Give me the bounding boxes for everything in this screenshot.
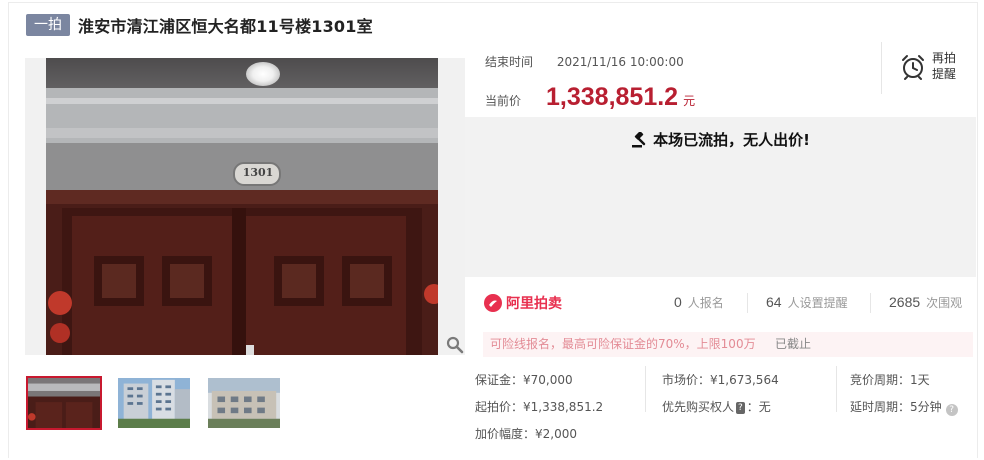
question-icon[interactable]: ?: [945, 404, 958, 416]
remind-label-line-1: 再拍: [932, 51, 957, 65]
ali-logo-icon: [484, 294, 502, 312]
auction-round-tag: 一拍: [26, 14, 70, 36]
alarm-clock-icon: [902, 55, 924, 80]
reminder-count: 64 人设置提醒: [766, 294, 848, 311]
ali-logo-text: 阿里拍卖: [506, 296, 562, 312]
priority-buyer-help-badge[interactable]: ?: [736, 402, 745, 414]
current-price-unit: 元: [683, 94, 696, 108]
bid-increment: 加价幅度：¥2,000: [475, 427, 577, 441]
priority-buyer-label: 优先购买权人: [662, 400, 735, 414]
auction-status-text: 本场已流拍，无人出价!: [653, 131, 810, 149]
divider: [645, 366, 646, 412]
reauction-remind-button[interactable]: 再拍 提醒: [881, 42, 976, 94]
reminder-count-label: 人设置提醒: [787, 296, 848, 310]
divider: [870, 293, 871, 313]
loan-signup-status: 已截止: [775, 337, 812, 351]
view-count: 2685 次围观: [889, 294, 962, 311]
end-time-label: 结束时间: [485, 55, 534, 69]
thumbnail-strip: [26, 376, 296, 430]
view-count-value: 2685: [889, 294, 921, 310]
deposit: 保证金：¥70,000: [475, 373, 573, 387]
gavel-icon: [632, 131, 646, 147]
remind-label-line-2: 提醒: [932, 67, 957, 81]
end-time-row: 结束时间 2021/11/16 10:00:00: [485, 53, 684, 70]
signup-count-label: 人报名: [687, 296, 724, 310]
auction-status: 本场已流拍，无人出价!: [465, 129, 976, 150]
current-price-row: 当前价 1,338,851.2 元: [485, 83, 695, 112]
bid-period: 竞价周期：1天: [850, 373, 930, 387]
thumbnail-building[interactable]: [116, 376, 192, 430]
divider: [747, 293, 748, 313]
signup-count-value: 0: [674, 294, 682, 310]
ali-auction-logo[interactable]: 阿里拍卖: [484, 293, 562, 313]
thumbnail-door[interactable]: [26, 376, 102, 430]
current-price-label: 当前价: [485, 94, 522, 108]
end-time-value: 2021/11/16 10:00:00: [556, 55, 684, 69]
magnifier-icon[interactable]: [446, 336, 464, 354]
page-header: 一拍 淮安市清江浦区恒大名都11号楼1301室: [26, 13, 373, 37]
divider: [836, 366, 837, 412]
auction-status-panel: 本场已流拍，无人出价!: [465, 117, 976, 277]
stats-row: 阿里拍卖 0 人报名 64 人设置提醒 2685 次围观: [465, 287, 976, 319]
reminder-count-value: 64: [766, 294, 782, 310]
main-photo-area: 1301: [25, 58, 465, 355]
delay-period: 延时周期：5分钟: [850, 400, 942, 414]
view-count-label: 次围观: [926, 296, 963, 310]
thumbnail-exterior[interactable]: [206, 376, 282, 430]
door-plate-number: 1301: [242, 166, 274, 179]
delay-period-row: 延时周期：5分钟?: [850, 398, 958, 416]
signup-count: 0 人报名: [674, 294, 724, 311]
start-price: 起拍价：¥1,338,851.2: [475, 400, 604, 414]
market-price: 市场价：¥1,673,564: [662, 373, 779, 387]
remind-label: 再拍 提醒: [932, 50, 956, 82]
priority-buyer: 优先购买权人? ：无: [662, 398, 771, 415]
loan-signup-notice: 可险线报名，最高可险保证金的70%，上限100万 已截止: [483, 332, 973, 357]
page-title: 淮安市清江浦区恒大名都11号楼1301室: [78, 17, 373, 36]
door-photo-image: [46, 58, 438, 355]
main-photo[interactable]: 1301: [46, 58, 438, 355]
priority-buyer-value: ：无: [746, 400, 771, 414]
loan-signup-notice-text: 可险线报名，最高可险保证金的70%，上限100万: [490, 337, 756, 351]
current-price-value: 1,338,851.2: [546, 83, 679, 111]
